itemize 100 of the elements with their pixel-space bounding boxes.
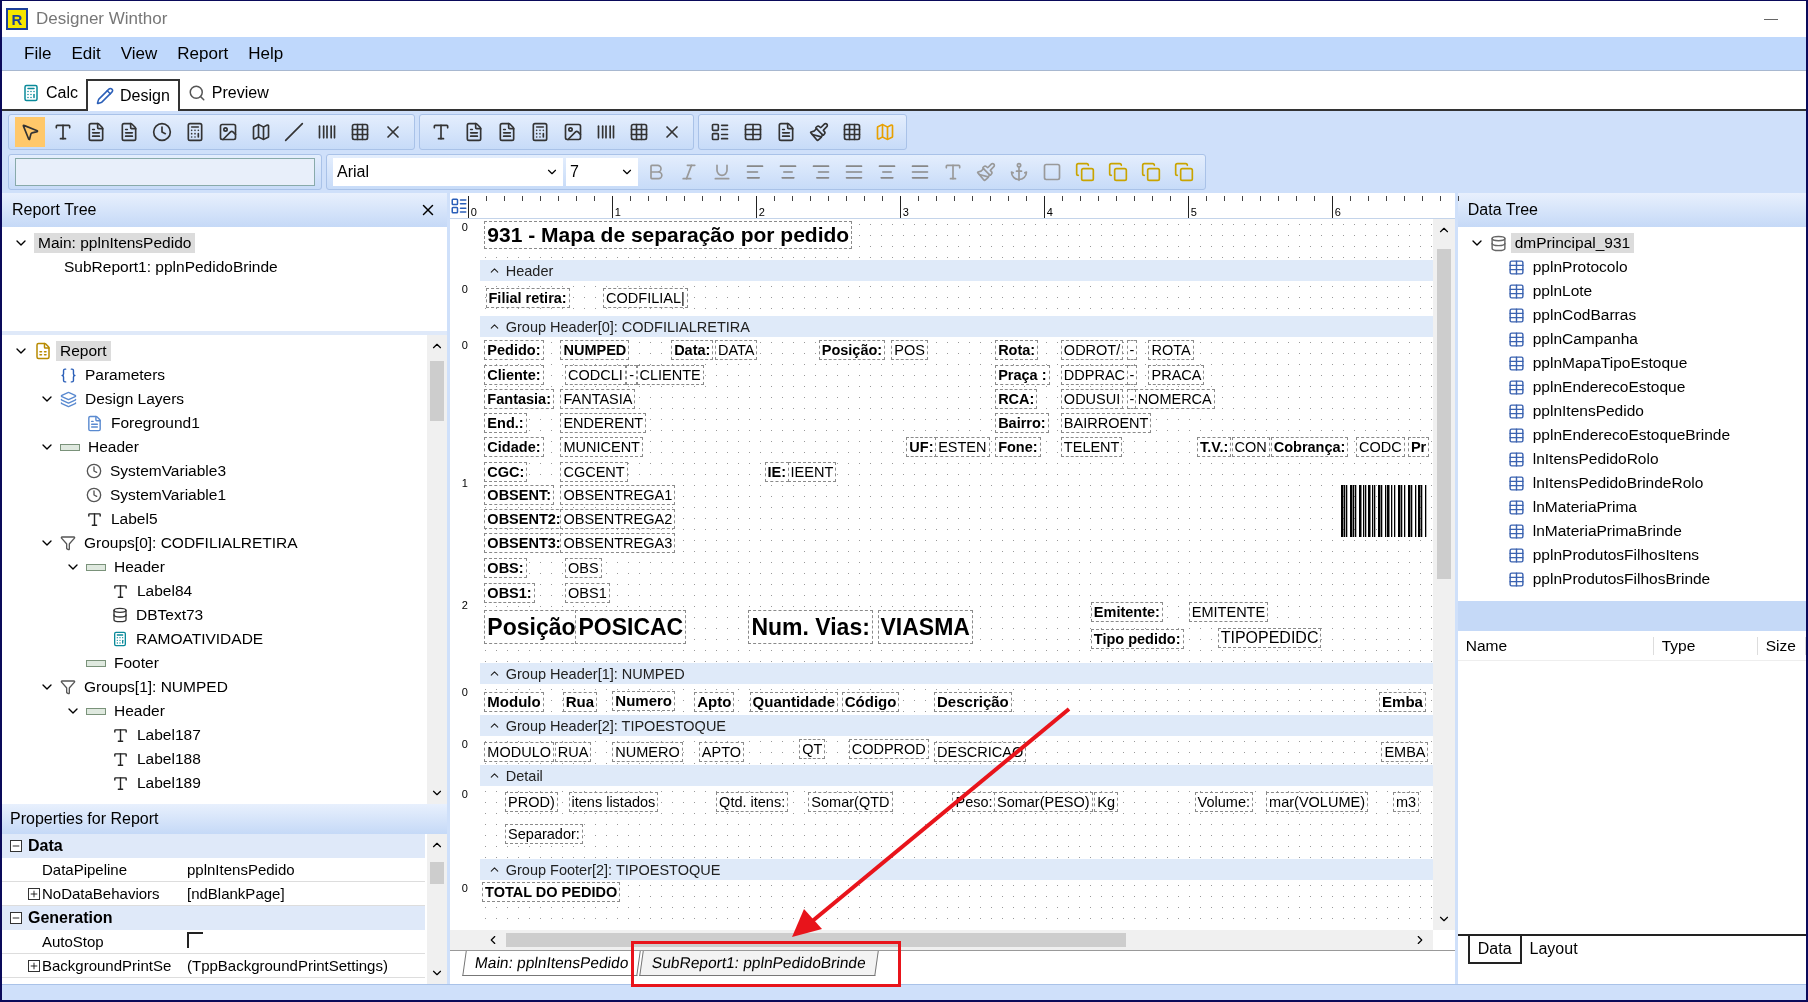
tree-item[interactable]: lnItensPedidoBrindeRolo (1528, 473, 1708, 493)
report-field[interactable]: CODFILIAL| (603, 287, 688, 308)
tree-item[interactable]: Groups[0]: CODFILIALRETIRA (80, 533, 302, 553)
tree-item[interactable]: Parameters (81, 365, 170, 385)
report-label[interactable]: VIASMA (877, 610, 973, 645)
report-field[interactable]: m3 (1392, 791, 1420, 812)
report-field[interactable]: DATA (714, 340, 758, 361)
report-field[interactable]: Separador: (505, 824, 583, 845)
report-label[interactable]: Descrição (934, 692, 1012, 713)
report-label[interactable]: Tipo pedido: (1090, 628, 1184, 649)
property-value[interactable]: (TppBackgroundPrintSettings) (187, 957, 425, 974)
scrollbar[interactable] (426, 834, 447, 984)
tree-item[interactable]: Groups[1]: NUMPED (80, 677, 232, 697)
tree-item[interactable]: SystemVariable1 (106, 485, 230, 505)
tree-item[interactable]: dmPrincipal_931 (1510, 233, 1635, 253)
report-field[interactable]: DDPRAC (1060, 364, 1129, 385)
report-field[interactable]: CLIENTE (636, 364, 704, 385)
report-label[interactable]: 931 - Mapa de separação por pedido (484, 221, 853, 250)
font-size-dropdown[interactable]: 7 (566, 158, 638, 186)
scrollbar[interactable] (426, 335, 447, 804)
tree-item[interactable]: lnMateriaPrima (1528, 497, 1641, 517)
tree-item[interactable]: Report (56, 341, 111, 361)
report-label[interactable]: OBS: (484, 558, 527, 579)
report-label[interactable]: Código (841, 692, 900, 713)
column-header[interactable]: Name (1457, 636, 1654, 655)
report-field[interactable]: MUNICENT (560, 437, 643, 458)
report-field[interactable]: RUA (554, 741, 592, 762)
tree-item[interactable]: pplnCampanha (1528, 329, 1642, 349)
horizontal-scrollbar[interactable] (449, 930, 1433, 950)
report-field[interactable]: IEENT (787, 461, 837, 482)
band-header[interactable]: Group Header[1]: NUMPED (479, 663, 1433, 684)
report-label[interactable]: NUMPED (560, 340, 630, 361)
report-label[interactable]: Rota: (995, 340, 1039, 361)
component-name-field[interactable] (15, 158, 315, 186)
tree-item[interactable]: Design Layers (81, 389, 189, 409)
report-field[interactable]: BAIRROENT (1060, 413, 1152, 434)
report-label[interactable]: Pr (1407, 437, 1430, 458)
report-field[interactable]: ODUSUI (1060, 388, 1124, 409)
tree-item[interactable]: Foreground1 (107, 413, 204, 433)
column-header[interactable]: Type (1653, 636, 1758, 655)
report-label[interactable]: OBSENT: (484, 484, 554, 505)
report-field[interactable]: NUMERO (612, 741, 683, 762)
report-tab[interactable]: SubReport1: pplnPedidoBrinde (639, 951, 879, 976)
scroll-thumb[interactable] (429, 862, 444, 884)
report-label[interactable]: Rua (562, 692, 598, 713)
report-field[interactable]: OBSENTREGA3 (560, 533, 676, 553)
band-header[interactable]: Detail (479, 765, 1433, 786)
report-field[interactable]: itens listados (568, 791, 659, 812)
report-field[interactable]: PRACA (1148, 364, 1205, 385)
report-label[interactable]: Data: (671, 340, 714, 361)
report-label[interactable]: End.: (484, 413, 527, 434)
report-field[interactable]: Qtd. itens: (716, 791, 789, 812)
tree-item[interactable]: SubReport1: pplnPedidoBrinde (60, 257, 282, 277)
scroll-thumb[interactable] (429, 361, 444, 421)
report-field[interactable]: CODPROD (848, 739, 929, 760)
report-field[interactable]: CGCENT (560, 461, 628, 482)
tree-item[interactable]: pplnProdutosFilhosBrinde (1528, 569, 1715, 589)
tree-item[interactable]: lnItensPedidoRolo (1528, 449, 1663, 469)
report-label[interactable]: T.V.: (1196, 437, 1232, 458)
report-label[interactable]: Fone: (995, 437, 1041, 458)
report-field[interactable]: - (1126, 340, 1138, 361)
menu-item[interactable]: File (16, 41, 60, 66)
report-label[interactable]: Pedido: (484, 340, 544, 361)
tree-item[interactable]: Label187 (133, 725, 205, 745)
minimize-icon[interactable] (1764, 18, 1778, 20)
report-label[interactable]: Cobrança: (1270, 437, 1349, 458)
tree-item[interactable]: lnMateriaPrimaBrinde (1528, 521, 1686, 541)
menu-item[interactable]: Help (240, 41, 292, 66)
report-label[interactable]: IE: (764, 461, 790, 482)
report-field[interactable]: ENDERENT (560, 413, 647, 434)
report-field[interactable]: Kg (1094, 791, 1119, 812)
report-tab[interactable]: Main: pplnItensPedido (462, 951, 641, 976)
report-field[interactable]: OBSENTREGA1 (560, 484, 676, 505)
property-value[interactable]: [ndBlankPage] (187, 885, 425, 902)
report-label[interactable]: Num. Vias: (748, 610, 873, 645)
report-field[interactable]: OBS (565, 558, 602, 579)
collapse-icon[interactable] (10, 840, 22, 852)
band-header[interactable]: Group Header[2]: TIPOESTOQUE (479, 715, 1433, 736)
report-field[interactable]: NOMERCA (1134, 388, 1215, 409)
report-label[interactable]: Praça : (995, 364, 1050, 385)
report-label[interactable]: Cliente: (484, 364, 544, 385)
report-label[interactable]: Modulo (484, 692, 544, 713)
tree-item[interactable]: DBText73 (132, 605, 208, 625)
report-field[interactable]: OBSENTREGA2 (560, 508, 676, 529)
column-header[interactable]: Size (1757, 636, 1806, 655)
tool-button[interactable] (15, 117, 45, 147)
mode-tab[interactable]: Design (86, 79, 180, 111)
report-field[interactable]: QT (799, 739, 826, 760)
report-label[interactable]: Cidade: (484, 437, 544, 458)
report-label[interactable]: Bairro: (995, 413, 1049, 434)
tree-item[interactable]: Footer (110, 653, 163, 673)
tree-item[interactable]: pplnEnderecoEstoqueBrinde (1528, 425, 1735, 445)
report-field[interactable]: FANTASIA (560, 388, 636, 409)
report-label[interactable]: TIPOPEDIDC (1217, 627, 1322, 648)
report-label[interactable]: CGC: (484, 461, 528, 482)
expand-icon[interactable] (28, 960, 40, 972)
report-field[interactable]: Somar(PESO) (994, 791, 1093, 812)
font-dropdown[interactable]: Arial (333, 158, 563, 186)
report-field[interactable]: TELENT (1060, 437, 1123, 458)
scroll-thumb[interactable] (1436, 249, 1451, 579)
